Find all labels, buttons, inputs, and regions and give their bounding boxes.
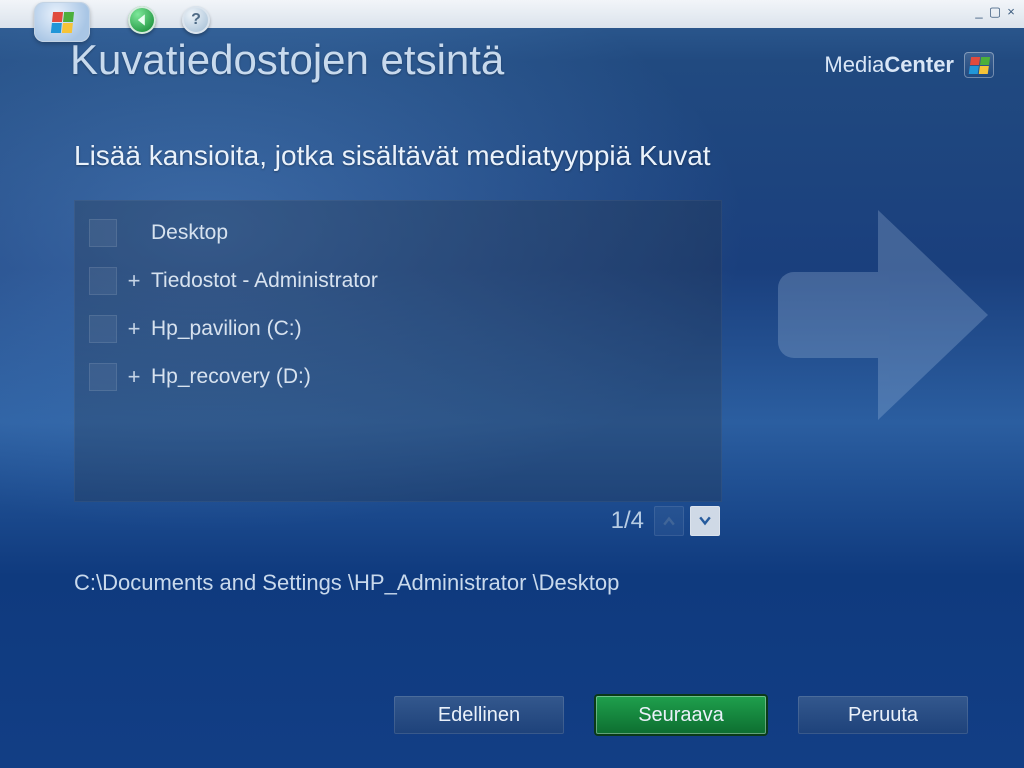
expand-toggle[interactable]: +: [117, 316, 151, 342]
previous-button[interactable]: Edellinen: [394, 696, 564, 734]
wizard-buttons: Edellinen Seuraava Peruuta: [0, 696, 1024, 734]
expand-toggle[interactable]: +: [117, 364, 151, 390]
minimize-button[interactable]: _: [972, 4, 986, 20]
next-button[interactable]: Seuraava: [596, 696, 766, 734]
brand-logo-icon: [964, 52, 994, 78]
pager: 1/4: [74, 506, 720, 536]
brand-text-bold: Center: [884, 52, 954, 77]
page-title: Kuvatiedostojen etsintä: [70, 36, 504, 84]
windows-flag-icon: [51, 12, 73, 32]
checkbox[interactable]: [89, 267, 117, 295]
chevron-down-icon: [699, 516, 711, 526]
expand-toggle[interactable]: +: [117, 268, 151, 294]
list-item[interactable]: Desktop: [75, 201, 721, 257]
list-item[interactable]: + Hp_pavilion (C:): [75, 305, 721, 353]
maximize-button[interactable]: ▢: [988, 4, 1002, 20]
chevron-up-icon: [663, 516, 675, 526]
selected-path: C:\Documents and Settings \HP_Administra…: [74, 570, 619, 596]
folder-label: Hp_pavilion (C:): [151, 317, 302, 341]
folder-label: Hp_recovery (D:): [151, 365, 311, 389]
page-down-button[interactable]: [690, 506, 720, 536]
help-button[interactable]: ?: [182, 6, 210, 34]
close-button[interactable]: ×: [1004, 4, 1018, 20]
folder-label: Tiedostot - Administrator: [151, 269, 378, 293]
back-button[interactable]: [128, 6, 156, 34]
list-item[interactable]: + Tiedostot - Administrator: [75, 257, 721, 305]
checkbox[interactable]: [89, 219, 117, 247]
next-arrow-hint-icon: [778, 210, 988, 420]
list-item[interactable]: + Hp_recovery (D:): [75, 353, 721, 401]
page-count: 1/4: [611, 507, 644, 535]
arrow-left-icon: [135, 13, 149, 27]
folder-list: Desktop + Tiedostot - Administrator + Hp…: [74, 200, 722, 502]
checkbox[interactable]: [89, 315, 117, 343]
start-orb-icon[interactable]: [34, 2, 90, 42]
section-heading: Lisää kansioita, jotka sisältävät mediat…: [74, 140, 711, 172]
checkbox[interactable]: [89, 363, 117, 391]
brand: MediaCenter: [824, 52, 994, 78]
page-up-button[interactable]: [654, 506, 684, 536]
brand-text-light: Media: [824, 52, 884, 77]
media-center-wizard: _ ▢ × ? Kuvatiedostojen etsintä MediaCen…: [0, 0, 1024, 768]
cancel-button[interactable]: Peruuta: [798, 696, 968, 734]
folder-label: Desktop: [151, 221, 228, 245]
